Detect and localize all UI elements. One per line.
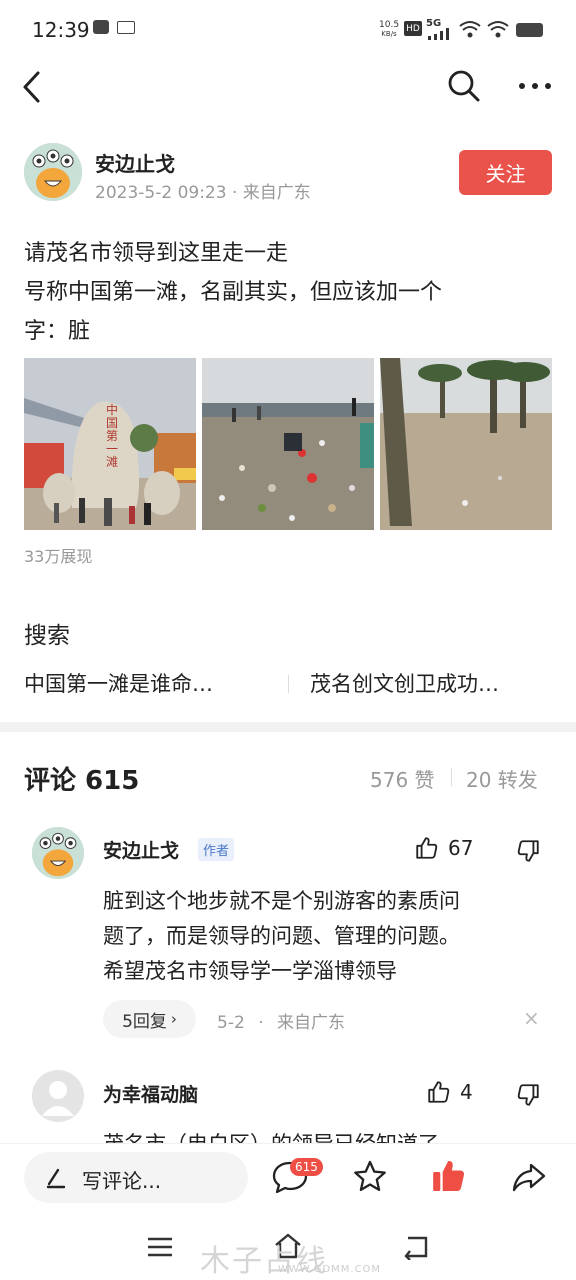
post-photo-2[interactable] [202,358,374,530]
toutiao-icon [117,21,135,34]
star-icon[interactable] [351,1158,389,1196]
share-icon[interactable] [510,1158,548,1196]
watermark-url: WWW.GDMM.COM [278,1264,382,1275]
post-text-line: 字：脏 [24,319,91,344]
status-time: 12:39 [32,18,90,42]
back-icon[interactable] [20,70,42,104]
post-text-line: 请茂名市领导到这里走一走 [24,241,289,266]
follow-button[interactable]: 关注 [459,150,552,195]
post-photo-1[interactable]: 中国第一滩 [24,358,196,530]
comment-like-count: 4 [460,1080,473,1104]
thumbs-up-icon[interactable] [430,1157,468,1195]
author-avatar[interactable] [24,143,82,201]
likes-count[interactable]: 576 赞 [370,764,435,793]
comment-meta-dot: · [258,1013,264,1033]
search-divider [288,675,289,693]
more-icon[interactable] [518,82,552,90]
wifi-icon [459,21,481,38]
comment-text-line: 题了，而是领导的问题、管理的问题。 [103,924,460,948]
post-photo-3[interactable] [380,358,552,530]
battery-icon [516,23,543,37]
dislike-icon[interactable] [515,1082,541,1108]
monster-avatar-icon [32,827,84,879]
comment-text: 脏到这个地步就不是个别游客的素质问 题了，而是领导的问题、管理的问题。 希望茂名… [103,884,553,989]
replies-button[interactable]: 5回复 › [103,1000,196,1038]
net-speed-value: 10.5 [379,20,400,30]
comment-count-badge: 615 [290,1158,323,1176]
comments-title: 评论 615 [24,766,140,796]
monument-text: 中国第一滩 [106,403,119,469]
dislike-icon[interactable] [515,838,541,864]
status-bar: 12:39 10.5 KB/s HD 5G [0,0,576,60]
back-nav-icon[interactable] [400,1234,432,1260]
wifi-icon [487,21,509,38]
trash-beach-photo [202,358,374,530]
chevron-right-icon: › [170,1010,177,1028]
post-text-line: 号称中国第一滩，名副其实，但应该加一个 [24,280,443,305]
section-divider [0,722,576,732]
search-suggestion[interactable]: 茂名创文创卫成功… [310,668,499,698]
hd-icon: HD [404,21,422,36]
comment-placeholder[interactable]: 写评论... [82,1165,161,1194]
search-icon[interactable] [446,68,482,104]
comment-text-line: 希望茂名市领导学一学淄博领导 [103,959,397,983]
replies-label: 5回复 [122,1011,167,1032]
comment-meta: 5-2 · 来自广东 [217,1008,345,1033]
default-user-icon [42,1081,74,1116]
monster-avatar-icon [24,143,82,201]
comment-text-line: 脏到这个地步就不是个别游客的素质问 [103,889,460,913]
meta-separator: · [231,183,238,203]
commenter-name[interactable]: 为幸福动脑 [103,1080,198,1107]
signal-icon [428,28,449,40]
search-section-title: 搜索 [24,623,70,649]
comment-like-count: 67 [448,836,474,860]
like-icon[interactable] [414,835,440,861]
post-body: 请茂名市领导到这里走一走 号称中国第一滩，名副其实，但应该加一个 字：脏 [24,234,554,351]
mail-icon [93,20,109,34]
author-name[interactable]: 安边止戈 [95,148,175,177]
commenter-name[interactable]: 安边止戈 [103,836,179,863]
net-speed-unit: KB/s [381,30,397,38]
post-meta: 2023-5-2 09:23 · 来自广东 [95,178,311,203]
search-suggestion[interactable]: 中国第一滩是谁命… [24,668,213,698]
stats-divider [451,768,452,786]
post-date: 2023-5-2 09:23 [95,183,227,203]
reposts-count[interactable]: 20 转发 [466,764,538,793]
view-count: 33万展现 [24,547,93,566]
comment-location: 来自广东 [277,1013,345,1033]
menu-icon[interactable] [146,1236,174,1258]
author-tag: 作者 [198,838,235,861]
commenter-avatar[interactable] [32,1070,84,1122]
pen-icon [46,1168,66,1189]
commenter-avatar[interactable] [32,827,84,879]
palm-beach-photo [380,358,552,530]
close-icon[interactable]: × [523,1006,540,1030]
like-icon[interactable] [426,1079,452,1105]
post-location: 来自广东 [242,183,311,203]
top-nav [0,60,576,116]
comment-date: 5-2 [217,1013,245,1033]
